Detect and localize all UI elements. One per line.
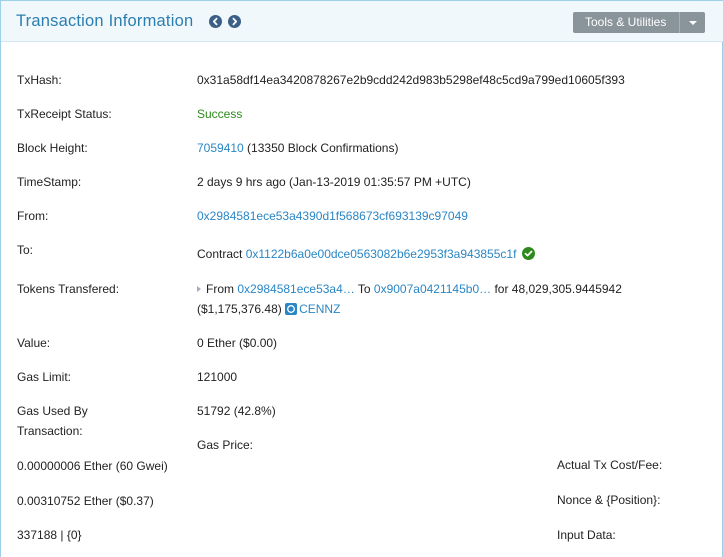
gas-used-label-line1: Gas Used By [17,404,88,418]
token-logo-icon [285,303,298,315]
status-label: TxReceipt Status: [17,107,112,121]
transaction-panel: Transaction Information Tools & Utilitie… [0,0,723,557]
to-label: To: [17,243,34,257]
token-usd-value: ($1,175,376.48) [197,302,282,316]
actual-cost-value: 0.00310752 Ether ($0.37) [17,494,154,508]
status-value: Success [197,107,243,121]
tools-utilities-label: Tools & Utilities [585,15,667,29]
token-to-prefix: To [354,282,374,296]
gas-used-label-line2: Transaction: [17,424,83,438]
token-usd-line: ($1,175,376.48) CENNZ [197,302,340,316]
chevron-right-icon[interactable] [228,15,241,28]
gas-used-value: 51792 (42.8%) [197,404,276,418]
gas-price-label: Gas Price: [197,438,254,452]
chevron-left-icon[interactable] [209,15,222,28]
timestamp-label: TimeStamp: [17,175,82,189]
to-value: Contract 0x1122b6a0e00dce0563082b6e2953f… [197,247,536,261]
block-height-value: 7059410 (13350 Block Confirmations) [197,141,398,155]
tools-utilities-dropdown[interactable]: Tools & Utilities [573,12,705,33]
caret-down-icon [689,21,697,25]
token-amount: for 48,029,305.9445942 [491,282,622,296]
nonce-value: 337188 | {0} [17,528,82,542]
gas-limit-label: Gas Limit: [17,370,72,384]
panel-header: Transaction Information Tools & Utilitie… [1,0,723,42]
gas-price-value: 0.00000006 Ether (60 Gwei) [17,459,168,473]
block-height-label: Block Height: [17,141,88,155]
dropdown-divider [679,12,680,33]
caret-right-icon [197,286,201,292]
input-data-label: Input Data: [557,528,616,542]
contract-prefix: Contract [197,247,246,261]
to-address-link[interactable]: 0x1122b6a0e00dce0563082b6e2953f3a943855c… [246,247,517,261]
gas-limit-value: 121000 [197,370,238,384]
from-address-link[interactable]: 0x2984581ece53a4390d1f568673cf693139c970… [197,209,468,223]
value-amount: 0 Ether ($0.00) [197,336,278,350]
token-from-prefix: From [206,282,238,296]
from-label: From: [17,209,49,223]
block-confirmations: (13350 Block Confirmations) [243,141,399,155]
page-title: Transaction Information [16,12,194,30]
verified-check-icon [522,247,536,260]
token-to-link[interactable]: 0x9007a0421145b0… [374,282,491,296]
actual-cost-label: Actual Tx Cost/Fee: [557,458,663,472]
txhash-value: 0x31a58df14ea3420878267e2b9cdd242d983b52… [197,73,625,87]
txhash-label: TxHash: [17,73,62,87]
token-from-link[interactable]: 0x2984581ece53a4… [237,282,354,296]
token-transfer-line: From 0x2984581ece53a4… To 0x9007a0421145… [197,282,622,296]
timestamp-value: 2 days 9 hrs ago (Jan-13-2019 01:35:57 P… [197,175,471,189]
nonce-label: Nonce & {Position}: [557,493,661,507]
token-name-link[interactable]: CENNZ [299,302,340,316]
block-link[interactable]: 7059410 [197,141,244,155]
tokens-transferred-label: Tokens Transfered: [17,282,120,296]
value-label: Value: [17,336,51,350]
